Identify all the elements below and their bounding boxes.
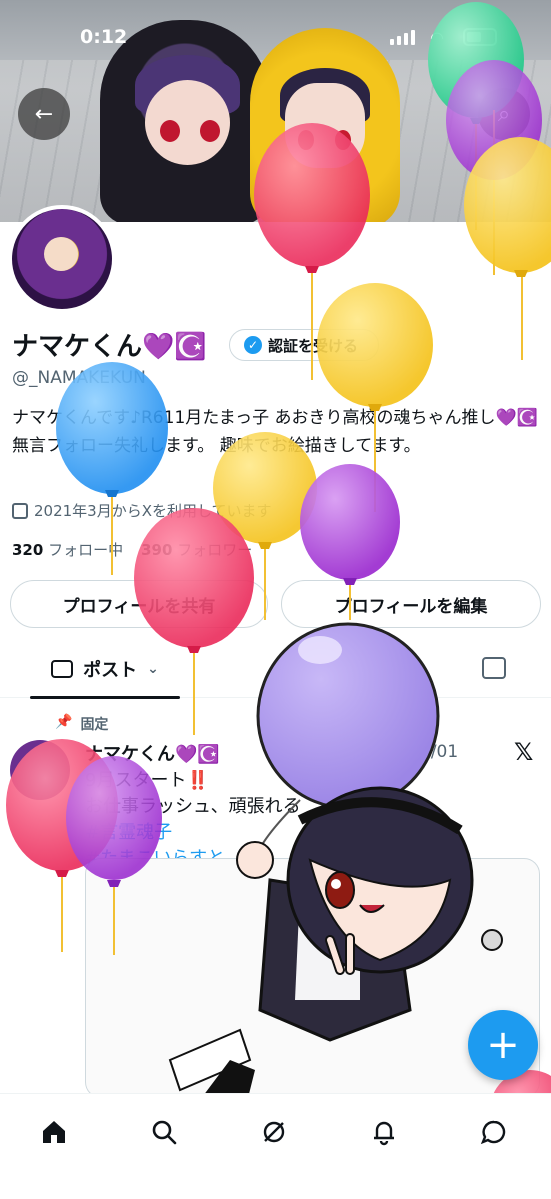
x-logo-icon: 𝕏 <box>514 738 534 766</box>
home-icon <box>43 1121 65 1143</box>
post-date: 9/01 <box>420 742 459 762</box>
back-button[interactable]: ← <box>18 88 70 140</box>
tab-posts[interactable]: ポスト ⌄ <box>30 640 180 699</box>
chevron-down-icon: ⌄ <box>147 661 159 677</box>
search-button[interactable]: ⌕ <box>478 88 530 140</box>
plus-icon: + <box>486 1022 520 1068</box>
battery-icon <box>463 28 497 46</box>
following-label: フォロー中 <box>48 541 124 559</box>
grok-icon <box>263 1121 285 1143</box>
followers-label: フォロワー <box>177 541 253 559</box>
pin-icon: 📌 <box>55 714 73 730</box>
balloon <box>317 283 433 512</box>
edit-profile-button[interactable]: プロフィールを編集 <box>281 580 541 628</box>
search-icon <box>152 1120 177 1145</box>
avatar-image <box>12 209 112 309</box>
plush-doll-yellow <box>250 28 400 222</box>
profile-avatar[interactable] <box>8 205 116 313</box>
tab-posts-label: ポスト <box>83 660 138 681</box>
pinned-label: 固定 <box>80 717 109 733</box>
post-text: 9月スタート‼️ お仕事ラッシュ、頑張れる #言霊魂子 #たまこいらすと <box>85 768 525 872</box>
profile-tabs: ポスト ⌄ <box>0 640 551 699</box>
follow-stats: 320 フォロー中 390 フォロワー <box>12 539 252 560</box>
bio: ナマケくんです♪R611月たまっ子 あおきり高校の魂ちゃん推し💜☪️ 無言フォロ… <box>12 408 538 456</box>
bottom-navigation <box>0 1093 551 1199</box>
nav-search[interactable] <box>146 1114 182 1150</box>
joined-date: 2021年3月からXを利用しています <box>12 500 272 521</box>
followers-count: 390 <box>141 541 173 559</box>
followers-link[interactable]: 390 フォロワー <box>141 539 252 560</box>
handle: @_NAMAKEKUN <box>12 368 146 388</box>
compose-button[interactable]: + <box>468 1010 538 1080</box>
post-line-2: お仕事ラッシュ、頑張れる <box>85 796 301 817</box>
pinned-indicator: 📌 固定 <box>55 714 108 734</box>
post-icon <box>51 660 74 678</box>
display-name: ナマケくん💜☪️ <box>12 332 207 362</box>
nav-messages[interactable] <box>476 1114 512 1150</box>
share-profile-button[interactable]: プロフィールを共有 <box>10 580 268 628</box>
nav-grok[interactable] <box>256 1114 292 1150</box>
search-icon: ⌕ <box>497 101 511 127</box>
wifi-icon: ◠ <box>430 28 444 47</box>
message-icon <box>480 1120 506 1145</box>
post-avatar[interactable] <box>10 740 70 800</box>
status-bar: 0:12 ◠ <box>0 22 551 56</box>
joined-label: 2021年3月からXを利用しています <box>34 502 272 520</box>
arrow-left-icon: ← <box>34 101 54 127</box>
post-line-1: 9月スタート‼️ <box>85 770 209 791</box>
tab-videos[interactable] <box>482 657 506 679</box>
bell-icon <box>374 1121 394 1146</box>
status-time: 0:12 <box>80 26 128 48</box>
get-verified-button[interactable]: ✓ 認証を受ける <box>229 329 379 361</box>
following-link[interactable]: 320 フォロー中 <box>12 539 123 560</box>
nav-home[interactable] <box>36 1114 72 1150</box>
nav-notifications[interactable] <box>366 1114 402 1150</box>
calendar-icon <box>12 502 28 519</box>
following-count: 320 <box>12 541 44 559</box>
hashtag-link[interactable]: #言霊魂子 <box>85 820 525 846</box>
signal-icon <box>390 30 415 45</box>
get-verified-label: 認証を受ける <box>268 336 359 355</box>
post-author[interactable]: ナマケくん💜☪️ <box>85 740 220 766</box>
verified-badge-icon: ✓ <box>244 336 262 354</box>
